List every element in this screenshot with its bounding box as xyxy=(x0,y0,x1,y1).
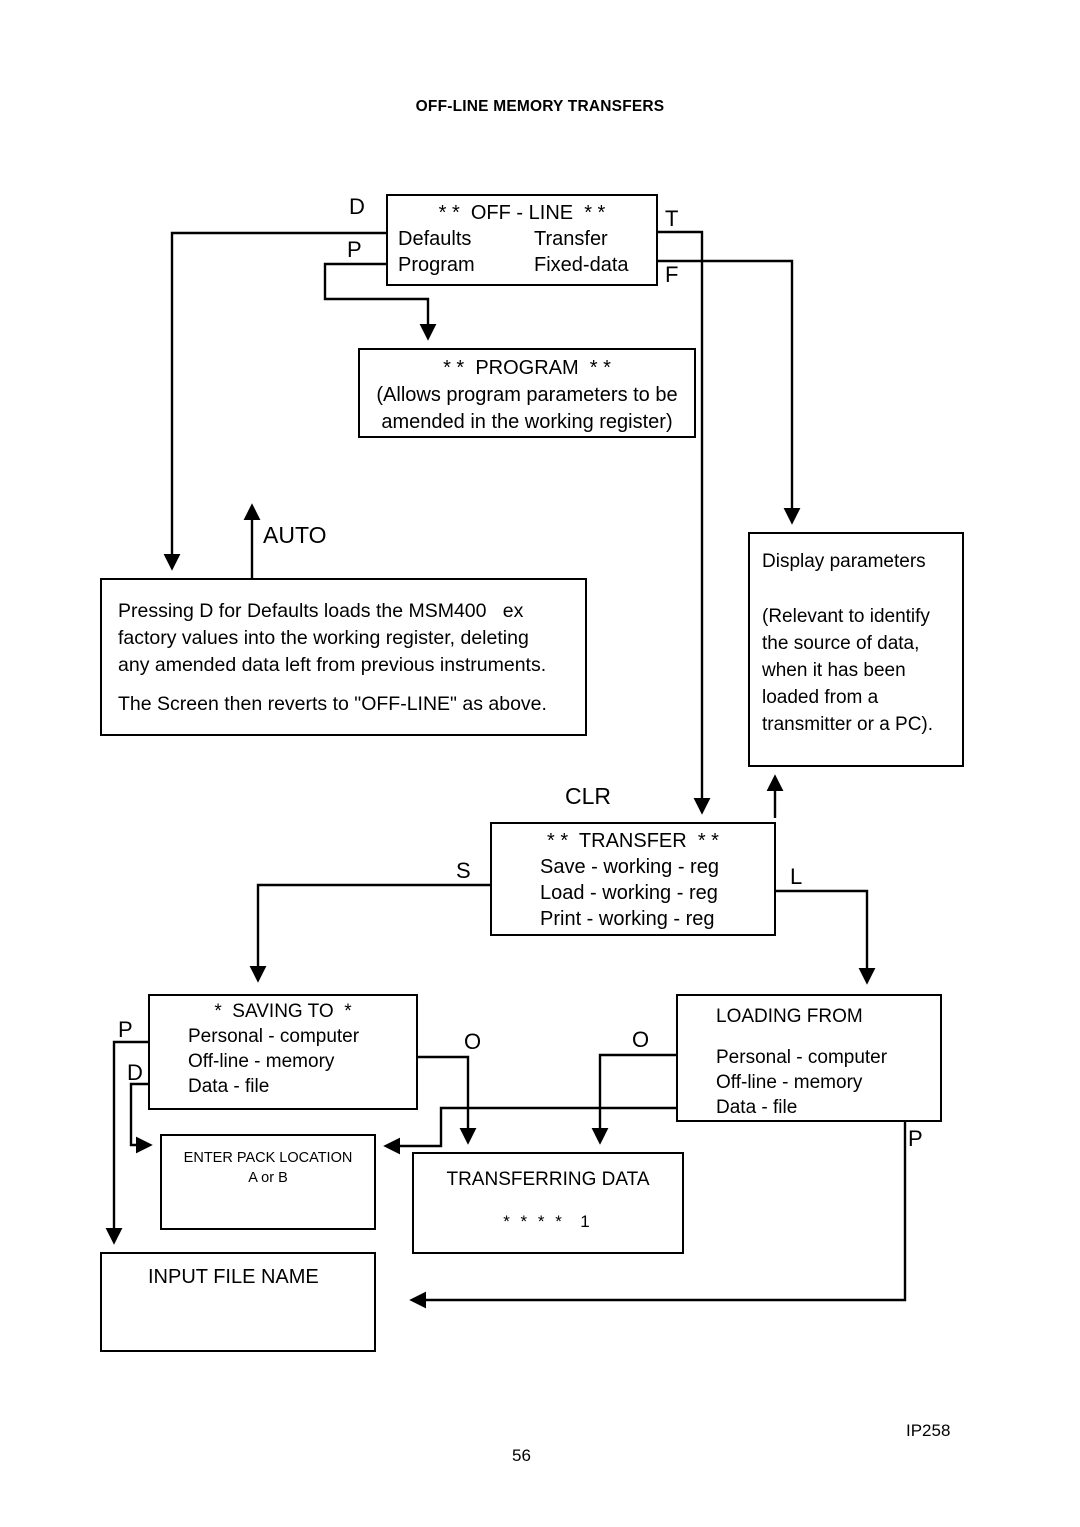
display-line-1: Display parameters xyxy=(762,551,926,572)
node-saving-to-menu[interactable]: * SAVING TO * Personal - computer Off-li… xyxy=(148,994,418,1110)
defaults-line-4: The Screen then reverts to "OFF-LINE" as… xyxy=(118,693,547,715)
loading-option-personal-computer[interactable]: Personal - computer xyxy=(716,1045,940,1070)
off-line-row-2: Program Fixed-data xyxy=(398,252,646,278)
defaults-spacer xyxy=(118,679,585,691)
diagram-page: OFF-LINE MEMORY TRANSFERS * * OFF - LINE… xyxy=(0,0,1080,1527)
edge-label-d-saving: D xyxy=(127,1060,143,1085)
loading-header: LOADING FROM xyxy=(716,1006,863,1027)
program-header: * * PROGRAM * * xyxy=(443,357,611,379)
display-spacer xyxy=(762,575,962,603)
transfer-option-print[interactable]: Print - working - reg xyxy=(492,906,774,932)
edge-label-o-loading: O xyxy=(632,1027,650,1052)
saving-option-off-line-memory[interactable]: Off-line - memory xyxy=(150,1049,416,1074)
off-line-option-defaults[interactable]: Defaults xyxy=(398,226,534,252)
defaults-line-3: any amended data left from previous inst… xyxy=(118,654,547,676)
loading-option-off-line-memory[interactable]: Off-line - memory xyxy=(716,1070,940,1095)
pack-options: A or B xyxy=(248,1170,288,1186)
edge-label-l-load: L xyxy=(790,864,803,889)
transferring-progress: * * * * 1 xyxy=(503,1212,593,1231)
program-line-1: (Allows program parameters to be xyxy=(376,384,678,406)
transfer-option-save[interactable]: Save - working - reg xyxy=(492,854,774,880)
edge-label-p-program: P xyxy=(347,237,362,262)
edge-d-to-defaults xyxy=(163,231,386,571)
edge-label-d-defaults: D xyxy=(349,194,365,219)
node-off-line-menu[interactable]: * * OFF - LINE * * Defaults Transfer Pro… xyxy=(386,194,658,286)
node-enter-pack-location[interactable]: ENTER PACK LOCATION A or B xyxy=(160,1134,376,1230)
edge-label-o-saving: O xyxy=(464,1029,482,1054)
edge-s-to-saving xyxy=(249,883,490,983)
off-line-option-fixed-data[interactable]: Fixed-data xyxy=(534,252,629,278)
document-code: IP258 xyxy=(906,1421,951,1440)
defaults-line-2: factory values into the working register… xyxy=(118,627,529,649)
off-line-header: * * OFF - LINE * * xyxy=(438,202,606,224)
node-program-screen[interactable]: * * PROGRAM * * (Allows program paramete… xyxy=(358,348,696,438)
node-loading-from-menu[interactable]: LOADING FROM Personal - computer Off-lin… xyxy=(676,994,942,1122)
transfer-option-load[interactable]: Load - working - reg xyxy=(492,880,774,906)
node-transferring-data: TRANSFERRING DATA * * * * 1 xyxy=(412,1152,684,1254)
edge-label-clr: CLR xyxy=(565,783,612,809)
edge-label-f-fixed-data: F xyxy=(665,262,679,287)
display-line-3: the source of data, xyxy=(762,633,920,654)
node-display-parameters[interactable]: Display parameters (Relevant to identify… xyxy=(748,532,964,767)
edge-o-saving-to-transferring xyxy=(418,1055,477,1145)
display-line-2: (Relevant to identify xyxy=(762,606,930,627)
off-line-option-program[interactable]: Program xyxy=(398,252,534,278)
pack-prompt: ENTER PACK LOCATION xyxy=(183,1150,353,1166)
display-line-4: when it has been xyxy=(762,660,906,681)
transferring-spacer xyxy=(414,1192,682,1210)
loading-option-data-file[interactable]: Data - file xyxy=(716,1095,940,1120)
node-transfer-menu[interactable]: * * TRANSFER * * Save - working - reg Lo… xyxy=(490,822,776,936)
display-line-6: transmitter or a PC). xyxy=(762,714,934,735)
program-line-2: amended in the working register) xyxy=(381,411,673,433)
off-line-row-1: Defaults Transfer xyxy=(398,226,646,252)
defaults-line-1: Pressing D for Defaults loads the MSM400… xyxy=(118,600,524,622)
edge-label-p-loading: P xyxy=(908,1126,923,1151)
edge-o-loading-to-transferring xyxy=(591,1053,676,1145)
off-line-option-transfer[interactable]: Transfer xyxy=(534,226,608,252)
edge-loading-to-pack xyxy=(383,1106,676,1155)
edge-label-t-transfer: T xyxy=(665,206,679,231)
transferring-title: TRANSFERRING DATA xyxy=(446,1169,650,1190)
edge-label-s-save: S xyxy=(456,858,471,883)
edge-t-to-transfer xyxy=(658,230,711,815)
edge-label-auto: AUTO xyxy=(263,522,327,548)
saving-option-personal-computer[interactable]: Personal - computer xyxy=(150,1024,416,1049)
node-defaults-description: Pressing D for Defaults loads the MSM400… xyxy=(100,578,587,736)
edge-label-p-saving: P xyxy=(118,1017,133,1042)
loading-spacer xyxy=(716,1029,940,1045)
page-number: 56 xyxy=(512,1446,531,1465)
filename-prompt: INPUT FILE NAME xyxy=(148,1266,319,1288)
saving-header: * SAVING TO * xyxy=(214,1001,352,1022)
saving-option-data-file[interactable]: Data - file xyxy=(150,1074,416,1099)
transfer-header: * * TRANSFER * * xyxy=(547,830,719,852)
node-input-file-name[interactable]: INPUT FILE NAME xyxy=(100,1252,376,1352)
edge-l-to-loading xyxy=(776,889,876,985)
display-line-5: loaded from a xyxy=(762,687,879,708)
